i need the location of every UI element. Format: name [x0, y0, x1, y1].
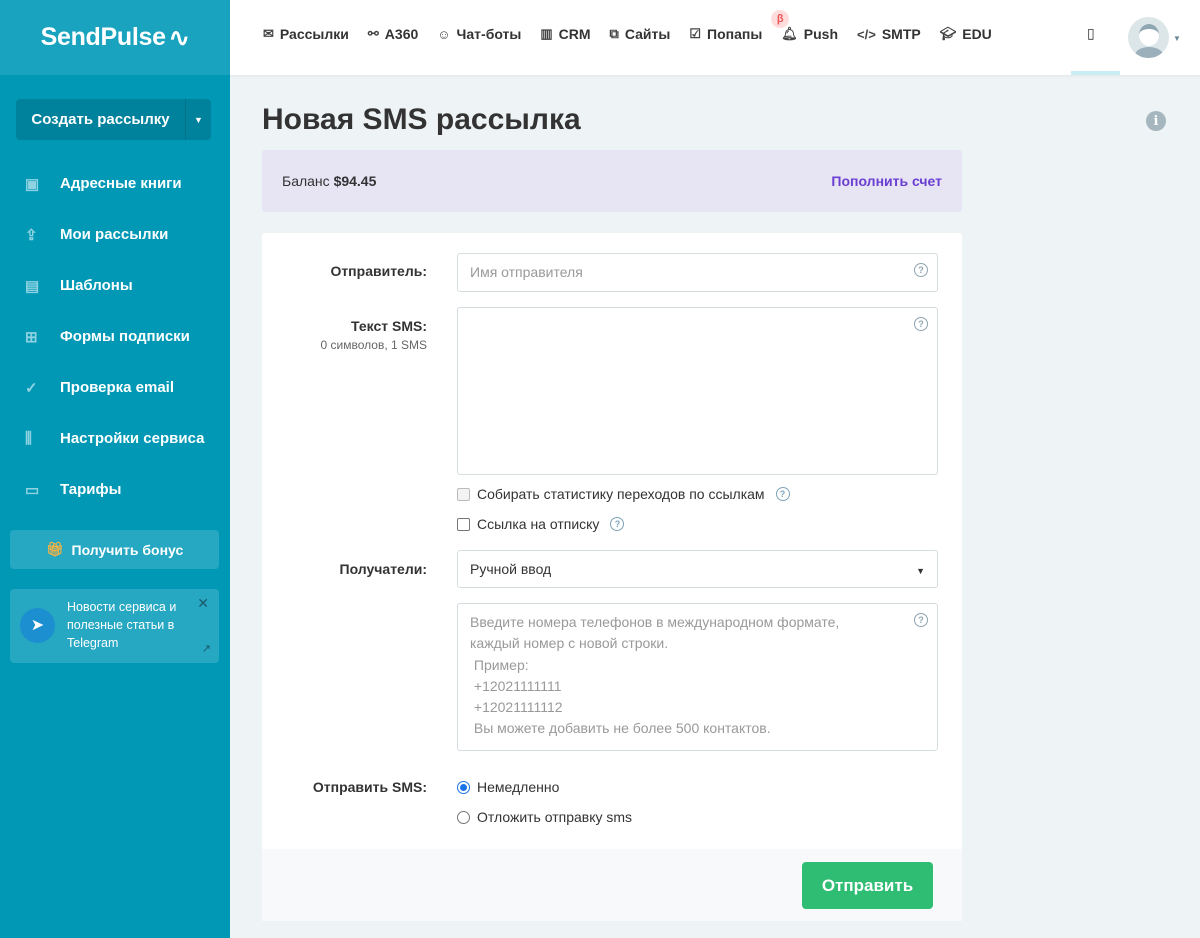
create-campaign-label[interactable]: Создать рассылку [16, 99, 186, 140]
pulse-icon: ∿ [168, 23, 190, 52]
telegram-banner[interactable]: ➤ Новости сервиса и полезные статьи в Te… [10, 589, 219, 663]
form-icon: ⊞ [25, 328, 38, 346]
sender-input[interactable]: Имя отправителя? [457, 253, 938, 292]
sidebar: SendPulse ∿ Создать рассылку ▼ ▣ Адресные … [0, 0, 230, 938]
sidebar-item-forms[interactable]: ⊞ Формы подписки [0, 311, 230, 362]
help-icon[interactable]: ? [775, 487, 790, 501]
template-icon: ▤ [25, 277, 40, 295]
sms-text-textarea[interactable]: ? [457, 307, 938, 475]
gift-icon: 🎁︎ [45, 541, 64, 557]
recipients-select[interactable]: Ручной ввод ▼ [457, 550, 938, 588]
sms-counter: 0 символов, 1 SMS [320, 338, 427, 352]
flow-icon: ⚯ [367, 26, 379, 41]
tab-crm[interactable]: ▥ CRM [540, 26, 590, 42]
logo[interactable]: SendPulse ∿ [0, 0, 230, 75]
track-links-checkbox[interactable]: Собирать статистику переходов по ссылкам… [457, 486, 790, 502]
sidebar-nav: ▣ Адресные книги ⇪ Мои рассылки ▤ Шаблоны ⊞… [0, 158, 230, 515]
sidebar-item-email-check[interactable]: ✓ Проверка email [0, 362, 230, 413]
chevron-down-icon[interactable]: ▼ [1173, 34, 1181, 43]
address-book-icon: ▣ [25, 175, 40, 193]
sliders-icon: ⫼ [25, 430, 32, 447]
upload-tray-icon: ⇪ [25, 226, 38, 244]
unsubscribe-link-checkbox[interactable]: Ссылка на отписку? [457, 516, 625, 532]
avatar[interactable] [1128, 17, 1169, 58]
create-campaign-button[interactable]: Создать рассылку ▼ [16, 99, 211, 140]
check-icon: ✓ [25, 379, 38, 397]
active-indicator [1071, 71, 1120, 75]
envelope-icon: ✉ [263, 26, 274, 41]
bell-icon: 🔔︎ [781, 26, 798, 41]
help-icon[interactable]: ? [914, 317, 928, 331]
sender-label: Отправитель: [330, 263, 427, 279]
sms-form: Отправитель: Имя отправителя? Текст SMS:… [262, 233, 962, 921]
close-icon[interactable]: ✕ [197, 594, 209, 612]
sidebar-item-templates[interactable]: ▤ Шаблоны [0, 260, 230, 311]
send-later-radio[interactable]: Отложить отправку sms [457, 809, 632, 825]
help-icon[interactable]: ? [610, 517, 625, 531]
sidebar-item-my-campaigns[interactable]: ⇪ Мои рассылки [0, 209, 230, 260]
kanban-icon: ▥ [540, 26, 553, 41]
balance-value: $94.45 [333, 173, 377, 189]
top-nav: ✉ Рассылки ⚯ A360 ☺ Чат-боты ▥ CRM ⧉ Сайты ☑ П… [263, 10, 992, 42]
page-title: Новая SMS рассылка [262, 103, 581, 136]
balance-banner: Баланс $94.45 Пополнить счет [262, 150, 962, 212]
radio[interactable] [457, 810, 470, 824]
sidebar-item-pricing[interactable]: ▭ Тарифы [0, 464, 230, 515]
checkbox[interactable] [457, 487, 470, 501]
help-icon[interactable]: ? [914, 613, 928, 627]
tab-a360[interactable]: ⚯ A360 [368, 26, 418, 42]
help-icon[interactable]: ? [914, 263, 928, 277]
caret-down-icon: ▼ [916, 566, 925, 576]
checkbox[interactable] [457, 517, 470, 531]
create-dropdown-caret-icon[interactable]: ▼ [186, 99, 211, 140]
top-bar: ✉ Рассылки ⚯ A360 ☺ Чат-боты ▥ CRM ⧉ Сайты ☑ П… [230, 0, 1200, 75]
graduation-cap-icon: 🎓︎ [939, 26, 957, 41]
website-icon: ⧉ [609, 26, 619, 41]
tab-sites[interactable]: ⧉ Сайты [610, 26, 671, 42]
telegram-icon: ➤ [20, 608, 55, 643]
tab-chatbots[interactable]: ☺ Чат-боты [437, 26, 521, 42]
wallet-icon: ▭ [25, 481, 40, 499]
recipients-label: Получатели: [339, 561, 427, 577]
chat-icon: ☺ [437, 26, 451, 42]
top-up-link[interactable]: Пополнить счет [831, 173, 942, 189]
external-link-icon[interactable]: ↗ [202, 640, 211, 658]
sidebar-item-settings[interactable]: ⫼ Настройки сервиса [0, 413, 230, 464]
get-bonus-button[interactable]: 🎁︎ Получить бонус [10, 530, 219, 569]
tab-push[interactable]: β 🔔︎ Push [771, 10, 838, 42]
radio[interactable] [457, 780, 470, 794]
tab-popups[interactable]: ☑ Попапы [689, 26, 762, 42]
sms-text-label: Текст SMS: 0 символов, 1 SMS [320, 318, 427, 352]
mobile-icon[interactable]: ▯ [1087, 25, 1095, 42]
tab-edu[interactable]: 🎓︎ EDU [940, 26, 992, 42]
tab-campaigns[interactable]: ✉ Рассылки [263, 26, 349, 42]
popup-icon: ☑ [689, 26, 701, 41]
phones-textarea[interactable]: Введите номера телефонов в международном… [457, 603, 938, 751]
send-now-radio[interactable]: Немедленно [457, 779, 559, 795]
send-sms-label: Отправить SMS: [312, 779, 427, 795]
code-icon: </> [857, 26, 876, 42]
info-icon[interactable]: i [1146, 111, 1166, 131]
send-button[interactable]: Отправить [802, 862, 933, 909]
balance-label: Баланс [282, 173, 330, 189]
tab-smtp[interactable]: </> SMTP [857, 26, 921, 42]
sidebar-item-address-books[interactable]: ▣ Адресные книги [0, 158, 230, 209]
